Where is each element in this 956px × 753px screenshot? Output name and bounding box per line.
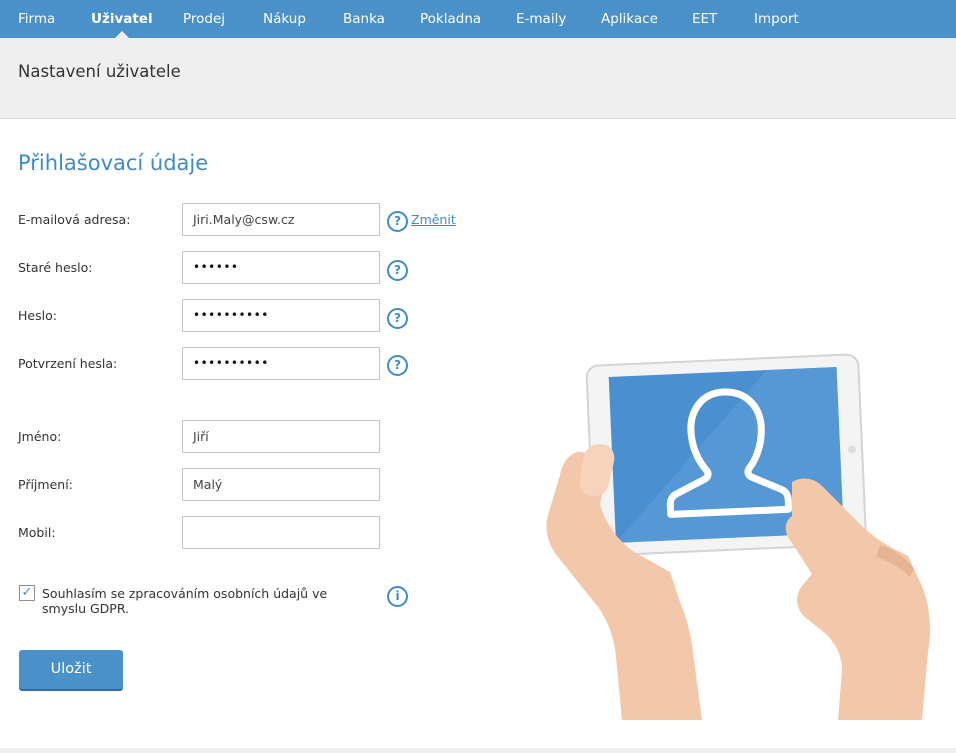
- section-title: Přihlašovací údaje: [18, 151, 209, 175]
- footer-divider: [0, 748, 956, 753]
- password-label: Heslo:: [18, 308, 57, 323]
- help-circle-icon[interactable]: ?: [387, 308, 408, 329]
- first-name-field[interactable]: Jiří: [182, 420, 380, 453]
- change-email-link[interactable]: Změnit: [411, 212, 456, 227]
- gdpr-consent-label: Souhlasím se zpracováním osobních údajů …: [42, 586, 328, 616]
- mobile-label: Mobil:: [18, 525, 56, 540]
- nav-item-emaily[interactable]: E-maily: [516, 0, 566, 38]
- save-button[interactable]: Uložit: [19, 650, 123, 689]
- email-field[interactable]: Jiri.Maly@csw.cz: [182, 203, 380, 236]
- last-name-label: Příjmení:: [18, 477, 73, 492]
- nav-item-firma[interactable]: Firma: [18, 0, 55, 38]
- nav-item-import[interactable]: Import: [754, 0, 799, 38]
- page-header: Nastavení uživatele: [0, 38, 956, 119]
- mobile-field[interactable]: [182, 516, 380, 549]
- nav-item-nakup[interactable]: Nákup: [263, 0, 306, 38]
- last-name-field[interactable]: Malý: [182, 468, 380, 501]
- nav-item-aplikace[interactable]: Aplikace: [601, 0, 658, 38]
- nav-item-banka[interactable]: Banka: [343, 0, 385, 38]
- help-circle-icon[interactable]: ?: [387, 211, 408, 232]
- nav-item-eet[interactable]: EET: [692, 0, 717, 38]
- password-confirm-label: Potvrzení hesla:: [18, 356, 118, 371]
- help-circle-icon[interactable]: ?: [387, 260, 408, 281]
- help-circle-icon[interactable]: ?: [387, 355, 408, 376]
- nav-item-prodej[interactable]: Prodej: [183, 0, 225, 38]
- active-caret-icon: [114, 31, 129, 38]
- old-password-label: Staré heslo:: [18, 260, 93, 275]
- top-navigation: Firma Uživatel Prodej Nákup Banka Poklad…: [0, 0, 956, 38]
- info-circle-icon[interactable]: i: [387, 586, 408, 607]
- tablet-user-illustration: [546, 353, 930, 720]
- checkmark-icon: ✓: [21, 585, 33, 600]
- password-field[interactable]: ••••••••••: [182, 299, 380, 332]
- nav-item-pokladna[interactable]: Pokladna: [420, 0, 481, 38]
- old-password-field[interactable]: ••••••: [182, 251, 380, 284]
- page-title: Nastavení uživatele: [18, 62, 181, 81]
- gdpr-checkbox[interactable]: ✓: [19, 585, 35, 601]
- nav-item-uzivatel[interactable]: Uživatel: [91, 0, 153, 38]
- password-confirm-field[interactable]: ••••••••••: [182, 347, 380, 380]
- nav-item-label: Uživatel: [91, 11, 153, 27]
- first-name-label: Jméno:: [18, 429, 62, 444]
- email-label: E-mailová adresa:: [18, 212, 131, 227]
